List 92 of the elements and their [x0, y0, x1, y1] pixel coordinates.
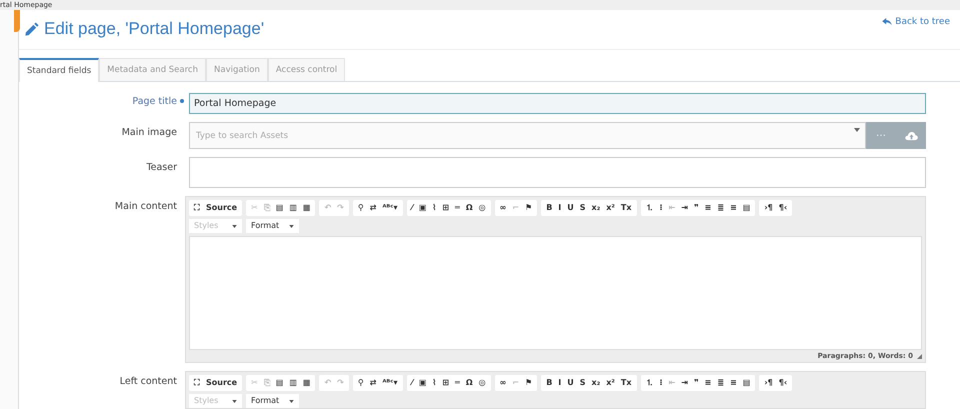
toolbar-button[interactable]: ⛶: [191, 376, 203, 390]
toolbar-button[interactable]: B: [543, 376, 556, 390]
toolbar-button[interactable]: Ω: [462, 376, 476, 390]
toolbar-button[interactable]: Source: [203, 201, 240, 215]
toolbar-button[interactable]: ᴬᴮᶜ▾: [379, 376, 400, 390]
toolbar-button[interactable]: ⚲: [354, 376, 367, 390]
toolbar-button[interactable]: ∞: [496, 201, 510, 215]
toolbar-button[interactable]: ▦: [300, 201, 314, 215]
teaser-textarea[interactable]: [189, 157, 926, 188]
toolbar-button[interactable]: ═: [452, 376, 463, 390]
toolbar-button[interactable]: ¶‹: [776, 201, 790, 215]
toolbar-button[interactable]: ⁝: [656, 376, 666, 390]
upload-button[interactable]: [896, 122, 926, 149]
toolbar-button[interactable]: x²: [603, 376, 618, 390]
toolbar-button[interactable]: ᴬᴮᶜ▾: [379, 201, 400, 215]
toolbar-button[interactable]: ≣: [714, 201, 728, 215]
cloud-upload-icon: [904, 130, 918, 140]
toolbar-button[interactable]: ▤: [272, 201, 286, 215]
back-to-tree-link[interactable]: Back to tree: [882, 17, 950, 27]
sidebar-marker-icon: [14, 10, 20, 32]
caret-icon: [232, 400, 237, 402]
toolbar-button[interactable]: ⇄: [366, 201, 380, 215]
toolbar-button[interactable]: ▤: [740, 201, 754, 215]
page-title-input[interactable]: Portal Homepage: [189, 93, 926, 114]
toolbar-button[interactable]: ▤: [272, 376, 286, 390]
field-label: Page title: [131, 95, 178, 109]
toolbar-button[interactable]: Tx: [618, 201, 635, 215]
toolbar-button[interactable]: ⌇: [429, 376, 440, 390]
toolbar-button[interactable]: I: [555, 376, 564, 390]
toolbar-button[interactable]: Ω: [462, 201, 476, 215]
toolbar-button[interactable]: ⇄: [366, 376, 380, 390]
toolbar-button[interactable]: ⊞: [439, 376, 452, 390]
caret-icon: [289, 400, 294, 402]
toolbar-button[interactable]: ⇥: [678, 201, 691, 215]
field-label: Left content: [118, 375, 178, 389]
toolbar-button[interactable]: S: [576, 376, 589, 390]
toolbar-button[interactable]: ≡: [702, 201, 714, 215]
toolbar-button[interactable]: ≡: [727, 376, 740, 390]
field-label: Main image: [120, 126, 178, 140]
toolbar-button[interactable]: ⁄: [408, 376, 416, 390]
toolbar-button[interactable]: ⌇: [429, 201, 440, 215]
dropdown[interactable]: Format: [246, 394, 299, 408]
reply-arrow-icon: [882, 18, 892, 26]
toolbar-button[interactable]: ▣: [416, 201, 430, 215]
toolbar-button[interactable]: ⚲: [354, 201, 367, 215]
toolbar-button[interactable]: ⊞: [439, 201, 452, 215]
field-label: Teaser: [145, 161, 178, 175]
page-heading: Edit page, 'Portal Homepage': [44, 19, 266, 39]
caret-icon: [232, 224, 237, 228]
toolbar-button[interactable]: x₂: [588, 376, 604, 390]
toolbar-button[interactable]: U: [564, 376, 577, 390]
toolbar-button[interactable]: x²: [603, 201, 618, 215]
toolbar-button[interactable]: U: [564, 201, 577, 215]
toolbar-button[interactable]: Source: [203, 376, 240, 390]
toolbar-button[interactable]: I: [555, 201, 564, 215]
caret-icon: [289, 224, 294, 228]
toolbar-button[interactable]: ∞: [496, 376, 510, 390]
field-label: Main content: [114, 200, 178, 214]
toolbar-button[interactable]: ≡: [727, 201, 740, 215]
toolbar-button[interactable]: ❞: [690, 201, 702, 215]
toolbar-button[interactable]: ⁄: [408, 201, 416, 215]
toolbar-button[interactable]: ▥: [286, 376, 300, 390]
toolbar-button[interactable]: ⚑: [522, 376, 536, 390]
toolbar-button[interactable]: ⛶: [191, 201, 203, 215]
toolbar-button[interactable]: ⚑: [522, 201, 536, 215]
toolbar-button[interactable]: Tx: [618, 376, 635, 390]
dropdown[interactable]: Format: [246, 219, 299, 233]
toolbar-button[interactable]: ›¶: [761, 201, 776, 215]
toolbar-button[interactable]: S: [576, 201, 589, 215]
caret-icon: [854, 128, 860, 132]
toolbar-button[interactable]: ≡: [702, 376, 714, 390]
toolbar-button[interactable]: ≣: [714, 376, 728, 390]
toolbar-button[interactable]: ▦: [300, 376, 314, 390]
tab[interactable]: Standard fields: [19, 58, 100, 82]
toolbar-button[interactable]: ⁝: [656, 201, 666, 215]
resize-handle[interactable]: [917, 354, 922, 358]
toolbar-button[interactable]: ◎: [476, 201, 489, 215]
asset-search-field[interactable]: Type to search Assets: [189, 122, 866, 149]
pencil-icon: [24, 22, 39, 36]
toolbar-button[interactable]: ¶‹: [776, 376, 790, 390]
toolbar-button[interactable]: ⒈: [642, 201, 657, 215]
toolbar-button[interactable]: ▤: [740, 376, 754, 390]
toolbar-button[interactable]: ═: [452, 201, 463, 215]
toolbar-button[interactable]: x₂: [588, 201, 604, 215]
toolbar-button[interactable]: ⒈: [642, 376, 657, 390]
toolbar-button[interactable]: ❞: [690, 376, 702, 390]
toolbar-button[interactable]: ›¶: [761, 376, 776, 390]
toolbar-button[interactable]: ▥: [286, 201, 300, 215]
toolbar-button[interactable]: B: [543, 201, 556, 215]
toolbar-button[interactable]: ▣: [416, 376, 430, 390]
toolbar-button[interactable]: ◎: [476, 376, 489, 390]
toolbar-button[interactable]: ⇥: [678, 376, 691, 390]
